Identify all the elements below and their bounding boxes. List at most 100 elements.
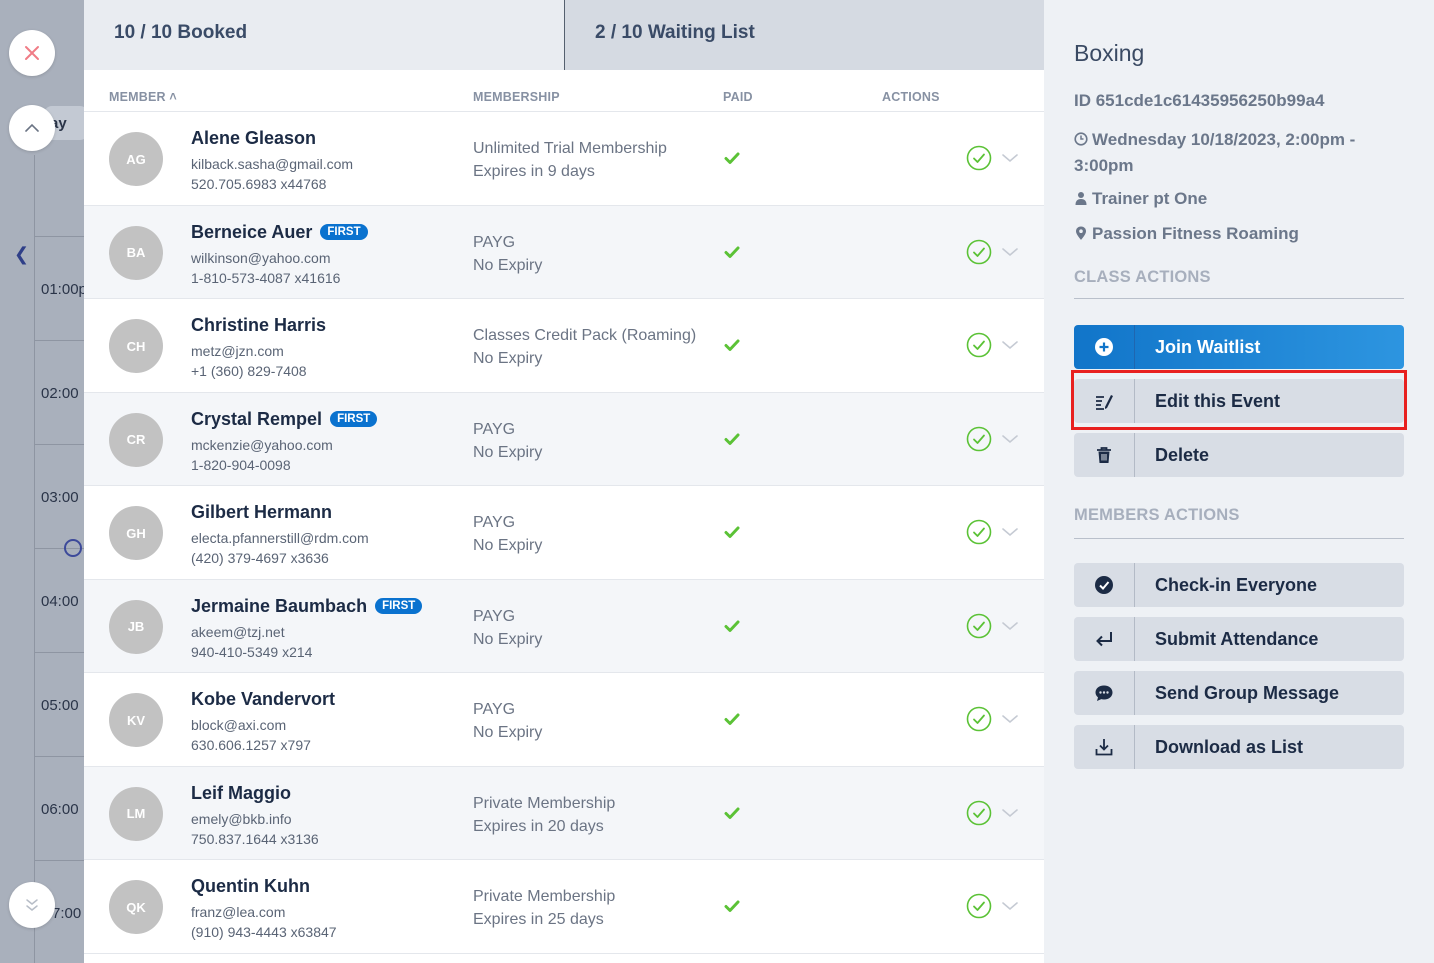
event-trainer: Trainer pt One: [1074, 189, 1207, 209]
button-icon-slot: [1074, 433, 1135, 477]
chevron-down-icon[interactable]: [1000, 522, 1020, 542]
section-divider: [1074, 538, 1404, 539]
scroll-down-button[interactable]: [9, 882, 55, 928]
member-name[interactable]: Alene Gleason: [191, 128, 316, 149]
tab-booked[interactable]: 10 / 10 Booked: [84, 0, 564, 70]
check-in-icon[interactable]: [966, 800, 992, 826]
member-name[interactable]: Christine Harris: [191, 315, 326, 336]
member-email: wilkinson@yahoo.com: [191, 249, 331, 266]
chevron-down-icon[interactable]: [1000, 148, 1020, 168]
paid-check-icon: [724, 807, 740, 819]
join-waitlist-button[interactable]: Join Waitlist: [1074, 325, 1404, 369]
avatar[interactable]: AG: [109, 132, 163, 186]
check-in-everyone-button[interactable]: Check-in Everyone: [1074, 563, 1404, 607]
map-pin-icon: [1076, 226, 1086, 240]
chevron-down-icon[interactable]: [1000, 335, 1020, 355]
chevron-down-icon[interactable]: [1000, 896, 1020, 916]
avatar[interactable]: KV: [109, 693, 163, 747]
table-row[interactable]: BA Berneice Auer FIRST wilkinson@yahoo.com 1…: [84, 205, 1044, 299]
download-as-list-button[interactable]: Download as List: [1074, 725, 1404, 769]
membership-name: Private Membership: [473, 888, 616, 905]
table-row[interactable]: LM Leif Maggio emely@bkb.info 750.837.1644 …: [84, 766, 1044, 860]
close-icon: [25, 46, 39, 60]
member-name-line: Jermaine Baumbach FIRST: [191, 596, 423, 617]
check-in-icon[interactable]: [966, 239, 992, 265]
first-badge: FIRST: [330, 411, 378, 427]
header-member[interactable]: MEMBER ˄: [109, 90, 177, 104]
avatar[interactable]: BA: [109, 225, 163, 280]
chevron-down-icon[interactable]: [1000, 709, 1020, 729]
time-label: 05:00: [41, 697, 79, 714]
scroll-up-button[interactable]: [9, 105, 55, 151]
chevron-down-icon[interactable]: [1000, 429, 1020, 449]
member-name[interactable]: Jermaine Baumbach: [191, 596, 367, 617]
avatar[interactable]: QK: [109, 880, 163, 934]
delete-button[interactable]: Delete: [1074, 433, 1404, 477]
highlight-box: [1071, 370, 1407, 430]
calendar-gridline: [34, 236, 84, 237]
submit-attendance-button[interactable]: Submit Attendance: [1074, 617, 1404, 661]
member-phone: 940-410-5349 x214: [191, 643, 313, 660]
chevron-left-icon[interactable]: ❮: [14, 244, 29, 265]
member-name[interactable]: Gilbert Hermann: [191, 502, 332, 523]
member-name[interactable]: Berneice Auer: [191, 222, 312, 243]
member-name[interactable]: Leif Maggio: [191, 783, 291, 804]
membership-name: Unlimited Trial Membership: [473, 140, 667, 157]
check-in-icon[interactable]: [966, 613, 992, 639]
check-in-icon[interactable]: [966, 145, 992, 171]
submit-attendance-label: Submit Attendance: [1155, 628, 1319, 649]
avatar[interactable]: LM: [109, 786, 163, 841]
member-name-line: Crystal Rempel FIRST: [191, 409, 378, 430]
chevron-down-icon[interactable]: [1000, 616, 1020, 636]
member-phone: (420) 379-4697 x3636: [191, 550, 329, 566]
membership-expiry: No Expiry: [473, 630, 543, 648]
calendar-column: [34, 155, 84, 963]
membership-name: PAYG: [473, 420, 516, 438]
section-divider: [1074, 298, 1404, 299]
send-group-message-button[interactable]: Send Group Message: [1074, 671, 1404, 715]
member-email: emely@bkb.info: [191, 810, 292, 827]
member-phone: 1-820-904-0098: [191, 456, 291, 473]
table-row[interactable]: AG Alene Gleason kilback.sasha@gmail.com 52…: [84, 112, 1044, 206]
table-row[interactable]: CR Crystal Rempel FIRST mckenzie@yahoo.com 1…: [84, 392, 1044, 486]
tab-waiting-list[interactable]: 2 / 10 Waiting List: [564, 0, 1044, 70]
check-in-icon[interactable]: [966, 426, 992, 452]
avatar[interactable]: JB: [109, 599, 163, 654]
member-email: mckenzie@yahoo.com: [191, 436, 333, 453]
table-row[interactable]: QK Quentin Kuhn franz@lea.com (910) 943-444…: [84, 860, 1044, 954]
avatar[interactable]: GH: [109, 506, 163, 560]
double-chevron-down-icon: [26, 899, 38, 911]
check-in-icon[interactable]: [966, 893, 992, 919]
avatar[interactable]: CR: [109, 412, 163, 467]
member-name-line: Leif Maggio: [191, 783, 291, 804]
table-row[interactable]: KV Kobe Vandervort block@axi.com 630.606.12…: [84, 673, 1044, 767]
table-row[interactable]: JB Jermaine Baumbach FIRST akeem@tzj.net 940…: [84, 579, 1044, 673]
check-in-icon[interactable]: [966, 519, 992, 545]
paid-check-icon: [724, 526, 740, 538]
join-waitlist-label: Join Waitlist: [1155, 336, 1261, 357]
button-icon-slot: [1074, 617, 1135, 661]
time-label: 7:00: [52, 905, 82, 922]
member-name-line: Gilbert Hermann: [191, 502, 332, 523]
chevron-down-icon[interactable]: [1000, 803, 1020, 823]
members-actions-label: MEMBERS ACTIONS: [1074, 506, 1240, 524]
check-in-icon[interactable]: [966, 706, 992, 732]
chevron-down-icon[interactable]: [1000, 242, 1020, 262]
check-in-icon[interactable]: [966, 332, 992, 358]
membership-name: PAYG: [473, 701, 516, 718]
membership-expiry: No Expiry: [473, 537, 543, 554]
avatar[interactable]: CH: [109, 319, 163, 373]
table-row[interactable]: CH Christine Harris metz@jzn.com +1 (360) 8…: [84, 299, 1044, 393]
close-button[interactable]: [9, 30, 55, 76]
member-name[interactable]: Crystal Rempel: [191, 409, 322, 430]
member-email: akeem@tzj.net: [191, 623, 285, 640]
button-icon-slot: [1074, 725, 1135, 769]
download-as-list-label: Download as List: [1155, 736, 1304, 757]
class-actions-label: CLASS ACTIONS: [1074, 268, 1211, 286]
table-row[interactable]: GH Gilbert Hermann electa.pfannerstill@rdm…: [84, 486, 1044, 580]
member-name[interactable]: Kobe Vandervort: [191, 689, 335, 710]
header-membership: MEMBERSHIP: [473, 90, 560, 104]
enter-arrow-icon: [1096, 632, 1112, 647]
plus-circle-icon: [1095, 338, 1113, 356]
member-name[interactable]: Quentin Kuhn: [191, 876, 310, 897]
